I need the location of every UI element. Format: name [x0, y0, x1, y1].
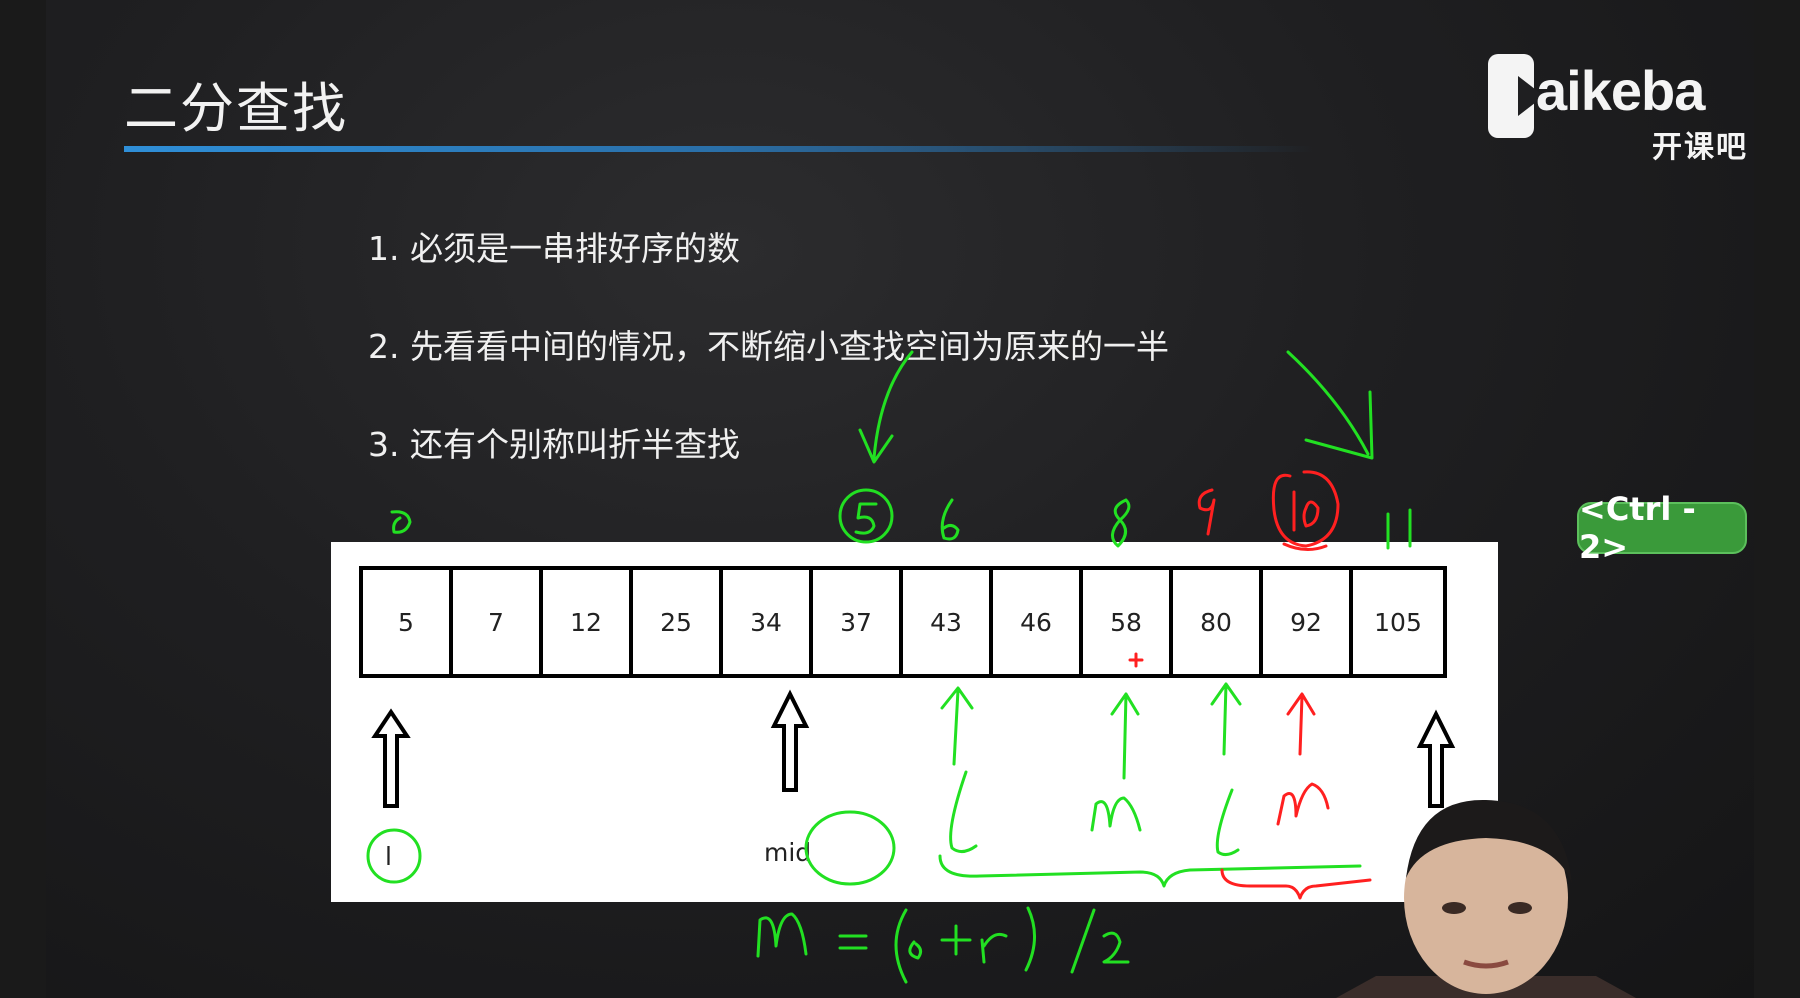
presenter-webcam — [1336, 799, 1636, 998]
bullet-1: 1. 必须是一串排好序的数 — [368, 229, 740, 268]
mid-pointer-label: mid — [764, 838, 812, 867]
slide-title: 二分查找 — [124, 77, 348, 140]
title-underline — [124, 146, 1314, 152]
bullet-2: 2. 先看看中间的情况，不断缩小查找空间为原来的一半 — [368, 327, 1169, 366]
pointer-arrows — [371, 689, 1456, 808]
kaikeba-logo: aikeba 开课吧 — [1488, 50, 1754, 165]
bullet-3: 3. 还有个别称叫折半查找 — [368, 425, 740, 464]
keyboard-shortcut-badge: <Ctrl - 2> — [1577, 490, 1747, 566]
logo-wordmark: aikeba — [1536, 59, 1705, 122]
mid-pointer-arrow-icon — [770, 689, 810, 792]
slide: 二分查找 aikeba 开课吧 1. 必须是一串排好序的数 2. 先看看中间的情… — [46, 0, 1754, 998]
left-pointer-label: l — [385, 842, 392, 871]
logo-k-mark-icon — [1488, 54, 1544, 138]
left-pointer-arrow-icon — [371, 708, 411, 808]
logo-subtitle: 开课吧 — [1652, 130, 1748, 165]
array-diagram-panel: 5 7 12 25 34 37 43 46 58 80 92 105 l mid — [331, 542, 1498, 902]
